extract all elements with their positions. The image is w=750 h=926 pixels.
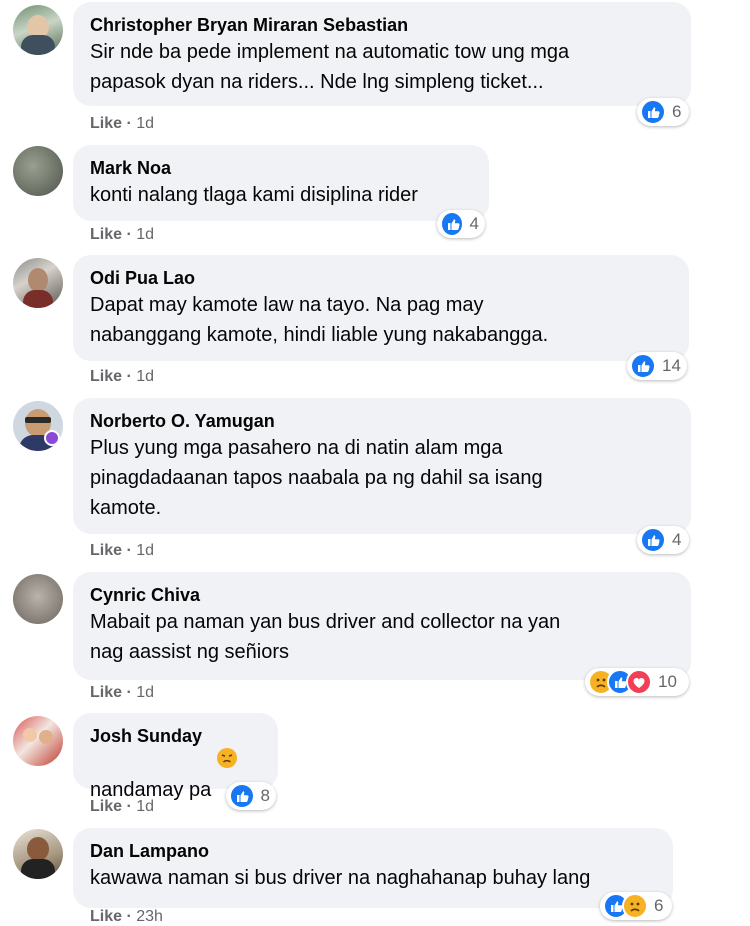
comment-bubble: Cynric Chiva Mabait pa naman yan bus dri… — [73, 572, 691, 680]
comment-bubble: Josh Sunday nandamay pa — [73, 713, 278, 801]
comment-author[interactable]: Christopher Bryan Miraran Sebastian — [90, 13, 673, 37]
like-icon — [630, 353, 656, 379]
comment-author[interactable]: Josh Sunday — [90, 724, 260, 748]
comment-timestamp[interactable]: 1d — [136, 226, 154, 243]
comment-bubble: Dan Lampano kawawa naman si bus driver n… — [73, 828, 673, 908]
comment-bubble: Norberto O. Yamugan Plus yung mga pasahe… — [73, 398, 691, 534]
avatar[interactable] — [13, 146, 63, 196]
comment-actions: Like · 1d — [90, 368, 154, 386]
comment-text: Sir nde ba pede implement na automatic t… — [90, 41, 570, 93]
comment-actions: Like · 1d — [90, 684, 154, 702]
comment-author[interactable]: Odi Pua Lao — [90, 266, 671, 290]
reaction-summary[interactable]: 14 — [627, 352, 687, 380]
comment-text: konti nalang tlaga kami disiplina rider — [90, 184, 418, 206]
separator: · — [126, 908, 132, 925]
like-action[interactable]: Like — [90, 542, 122, 559]
like-icon — [640, 99, 666, 125]
separator: · — [126, 368, 132, 385]
like-icon — [440, 211, 464, 237]
comment-timestamp[interactable]: 1d — [136, 798, 154, 815]
separator: · — [126, 115, 132, 132]
comment-bubble: Odi Pua Lao Dapat may kamote law na tayo… — [73, 255, 689, 361]
reaction-count: 14 — [662, 356, 681, 375]
comment-actions: Like · 1d — [90, 542, 154, 560]
comment-timestamp[interactable]: 23h — [136, 908, 163, 925]
angry-face-icon — [216, 748, 237, 768]
comment-timestamp[interactable]: 1d — [136, 684, 154, 701]
comment-author[interactable]: Norberto O. Yamugan — [90, 409, 673, 433]
like-action[interactable]: Like — [90, 368, 122, 385]
comment-author[interactable]: Mark Noa — [90, 156, 471, 180]
comment-bubble: Christopher Bryan Miraran Sebastian Sir … — [73, 2, 691, 106]
comment-actions: Like · 1d — [90, 115, 154, 133]
like-action[interactable]: Like — [90, 115, 122, 132]
reaction-summary[interactable]: 4 — [437, 210, 485, 238]
avatar[interactable] — [13, 258, 63, 308]
comment-actions: Like · 1d — [90, 226, 154, 244]
reaction-summary[interactable]: 6 — [600, 892, 672, 920]
like-action[interactable]: Like — [90, 798, 122, 815]
reaction-count: 6 — [672, 102, 682, 121]
like-icon — [640, 527, 666, 553]
reaction-summary[interactable]: 8 — [226, 782, 276, 810]
reaction-count: 8 — [260, 786, 270, 805]
avatar[interactable] — [13, 574, 63, 624]
comment-timestamp[interactable]: 1d — [136, 115, 154, 132]
comment-timestamp[interactable]: 1d — [136, 368, 154, 385]
separator: · — [126, 684, 132, 701]
reaction-summary[interactable]: 10 — [585, 668, 689, 696]
comment-text: Mabait pa naman yan bus driver and colle… — [90, 611, 561, 663]
separator: · — [126, 226, 132, 243]
comment-text: Plus yung mga pasahero na di natin alam … — [90, 437, 543, 519]
avatar[interactable] — [13, 716, 63, 766]
like-action[interactable]: Like — [90, 908, 122, 925]
reaction-count: 4 — [469, 214, 479, 233]
avatar[interactable] — [13, 829, 63, 879]
sad-icon — [622, 893, 648, 919]
like-icon — [229, 783, 255, 809]
comment-text: Dapat may kamote law na tayo. Na pag may… — [90, 294, 549, 346]
separator: · — [126, 542, 132, 559]
comment-author[interactable]: Cynric Chiva — [90, 583, 673, 607]
avatar[interactable] — [13, 401, 63, 451]
comment-text: kawawa naman si bus driver na naghahanap… — [90, 867, 591, 889]
reaction-count: 4 — [672, 530, 682, 549]
reaction-summary[interactable]: 6 — [637, 98, 689, 126]
comment-actions: Like · 23h — [90, 908, 163, 926]
reaction-count: 6 — [654, 896, 664, 915]
like-action[interactable]: Like — [90, 684, 122, 701]
reaction-summary[interactable]: 4 — [637, 526, 689, 554]
separator: · — [126, 798, 132, 815]
like-action[interactable]: Like — [90, 226, 122, 243]
comment-timestamp[interactable]: 1d — [136, 542, 154, 559]
reaction-count: 10 — [658, 672, 677, 691]
avatar[interactable] — [13, 5, 63, 55]
comment-bubble: Mark Noa konti nalang tlaga kami disipli… — [73, 145, 489, 221]
comment-author[interactable]: Dan Lampano — [90, 839, 655, 863]
comment-actions: Like · 1d — [90, 798, 154, 816]
love-icon — [626, 669, 652, 695]
